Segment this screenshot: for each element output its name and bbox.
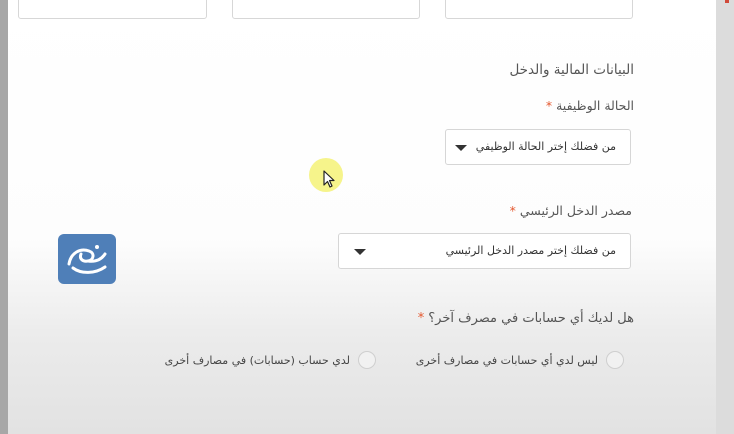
- previous-field-2[interactable]: [232, 0, 420, 19]
- previous-field-1[interactable]: [18, 0, 207, 19]
- radio-label: ليس لدي أي حسابات في مصارف أخرى: [415, 353, 598, 367]
- radio-label: لدي حساب (حسابات) في مصارف أخرى: [164, 353, 350, 367]
- section-title: البيانات المالية والدخل: [509, 62, 634, 78]
- right-gutter: [716, 0, 734, 434]
- mouse-pointer-icon: [323, 170, 335, 188]
- other-accounts-question-text: هل لديك أي حسابات في مصرف آخر؟: [428, 311, 634, 326]
- other-accounts-question: هل لديك أي حسابات في مصرف آخر؟*: [418, 311, 634, 326]
- required-mark: *: [509, 203, 516, 218]
- income-source-select[interactable]: من فضلك إختر مصدر الدخل الرئيسي: [338, 233, 631, 269]
- site-logo-watermark: [58, 234, 116, 284]
- employment-status-select[interactable]: من فضلك إختر الحالة الوظيفي: [445, 129, 631, 165]
- gutter-marker: [725, 0, 729, 3]
- radio-option-no-accounts[interactable]: ليس لدي أي حسابات في مصارف أخرى: [416, 349, 624, 371]
- caret-down-icon: [455, 145, 467, 151]
- employment-status-value: من فضلك إختر الحالة الوظيفي: [475, 140, 616, 153]
- logo-glyph-icon: [67, 245, 107, 274]
- required-mark: *: [545, 98, 553, 113]
- caret-down-icon: [354, 249, 366, 255]
- radio-button[interactable]: [358, 351, 376, 369]
- window-left-edge: [0, 0, 8, 434]
- employment-status-label: الحالة الوظيفية*: [546, 98, 634, 113]
- income-source-value: من فضلك إختر مصدر الدخل الرئيسي: [445, 244, 616, 257]
- radio-button[interactable]: [606, 351, 624, 369]
- previous-field-3[interactable]: [445, 0, 633, 19]
- employment-status-label-text: الحالة الوظيفية: [556, 98, 634, 113]
- required-mark: *: [417, 311, 425, 326]
- radio-option-has-accounts[interactable]: لدي حساب (حسابات) في مصارف أخرى: [165, 349, 376, 371]
- income-source-label: مصدر الدخل الرئيسي*: [510, 203, 632, 218]
- income-source-label-text: مصدر الدخل الرئيسي: [519, 203, 632, 218]
